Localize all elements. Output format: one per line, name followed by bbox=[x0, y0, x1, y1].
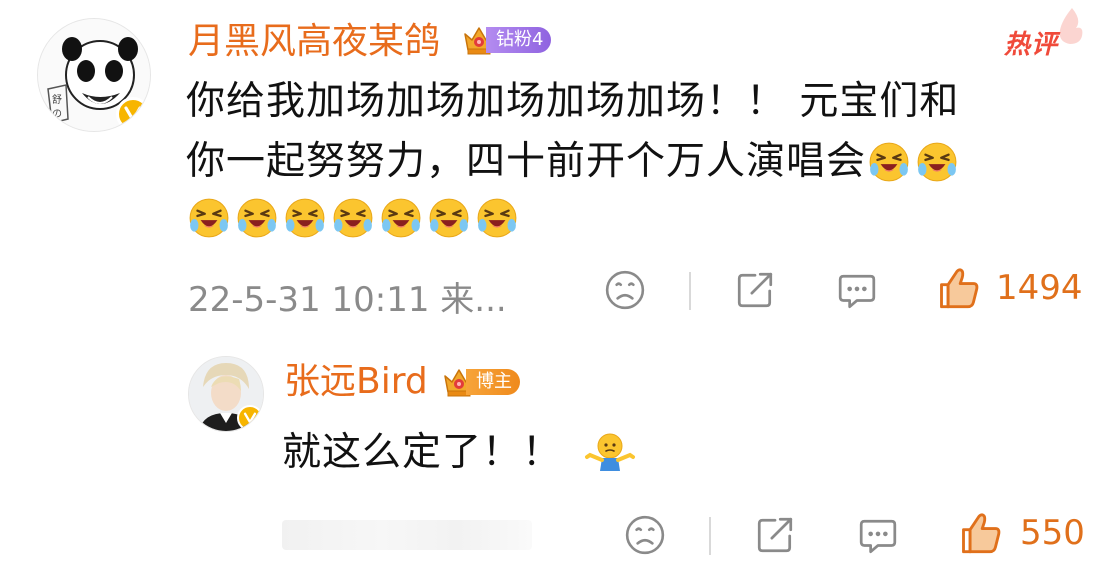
dislike-icon[interactable] bbox=[604, 269, 646, 311]
reply-avatar[interactable] bbox=[188, 356, 264, 432]
divider bbox=[709, 517, 711, 555]
thumbs-up-icon bbox=[940, 268, 979, 309]
blurred-region bbox=[282, 520, 532, 550]
comment-text-line-1: 你给我加场加场加场加场加场！！ 元宝们和 bbox=[186, 79, 960, 124]
laugh-cry-emoji-icon bbox=[476, 197, 518, 239]
fan-rank-badge: 钻粉4 bbox=[462, 24, 552, 56]
comment-icon[interactable] bbox=[857, 515, 899, 557]
laugh-cry-emoji-icon bbox=[332, 197, 374, 239]
comment-username[interactable]: 月黑风高夜某鸽 bbox=[188, 22, 440, 62]
laugh-cry-emoji-icon bbox=[380, 197, 422, 239]
laugh-cry-emoji-icon bbox=[428, 197, 470, 239]
share-icon[interactable] bbox=[734, 269, 776, 311]
reply-text-row: 就这么定了！！ bbox=[282, 423, 636, 483]
like-button[interactable]: 1494 bbox=[936, 266, 1083, 310]
divider bbox=[689, 272, 691, 310]
like-count: 1494 bbox=[996, 268, 1083, 308]
avatar[interactable]: 舒 の bbox=[37, 18, 151, 132]
like-count: 550 bbox=[1020, 513, 1085, 553]
blogger-badge: 博主 bbox=[442, 366, 520, 398]
hot-comment-tag: 热评 bbox=[1004, 30, 1059, 60]
laugh-cry-emoji-icon bbox=[284, 197, 326, 239]
comment-text-line-2-row: 你一起努努力，四十前开个万人演唱会 bbox=[186, 132, 958, 192]
verified-badge-icon bbox=[116, 97, 150, 131]
reply-username[interactable]: 张远Bird bbox=[284, 362, 428, 402]
blogger-badge-label: 博主 bbox=[466, 369, 520, 395]
hot-flame-icon bbox=[1059, 8, 1083, 44]
like-button[interactable]: 550 bbox=[958, 511, 1085, 555]
emoji-row bbox=[188, 197, 518, 239]
laugh-cry-emoji-icon bbox=[188, 197, 230, 239]
reply-text: 就这么定了！！ bbox=[282, 430, 563, 475]
comment-text-line-2: 你一起努努力，四十前开个万人演唱会 bbox=[186, 139, 867, 184]
dislike-icon[interactable] bbox=[624, 514, 666, 556]
verified-badge-icon bbox=[237, 405, 263, 431]
svg-text:舒: 舒 bbox=[52, 93, 62, 106]
laugh-cry-emoji-icon bbox=[916, 141, 958, 183]
laugh-cry-emoji-icon bbox=[236, 197, 278, 239]
shrug-emoji-icon bbox=[585, 433, 636, 471]
thumbs-up-icon bbox=[962, 513, 1001, 554]
share-icon[interactable] bbox=[754, 514, 796, 556]
laugh-cry-emoji-icon bbox=[868, 141, 910, 183]
comment-icon[interactable] bbox=[836, 270, 878, 312]
svg-text:の: の bbox=[52, 109, 62, 120]
fan-rank-label: 钻粉4 bbox=[486, 27, 552, 53]
comment-meta: 22-5-31 10:11 来... bbox=[188, 280, 507, 320]
